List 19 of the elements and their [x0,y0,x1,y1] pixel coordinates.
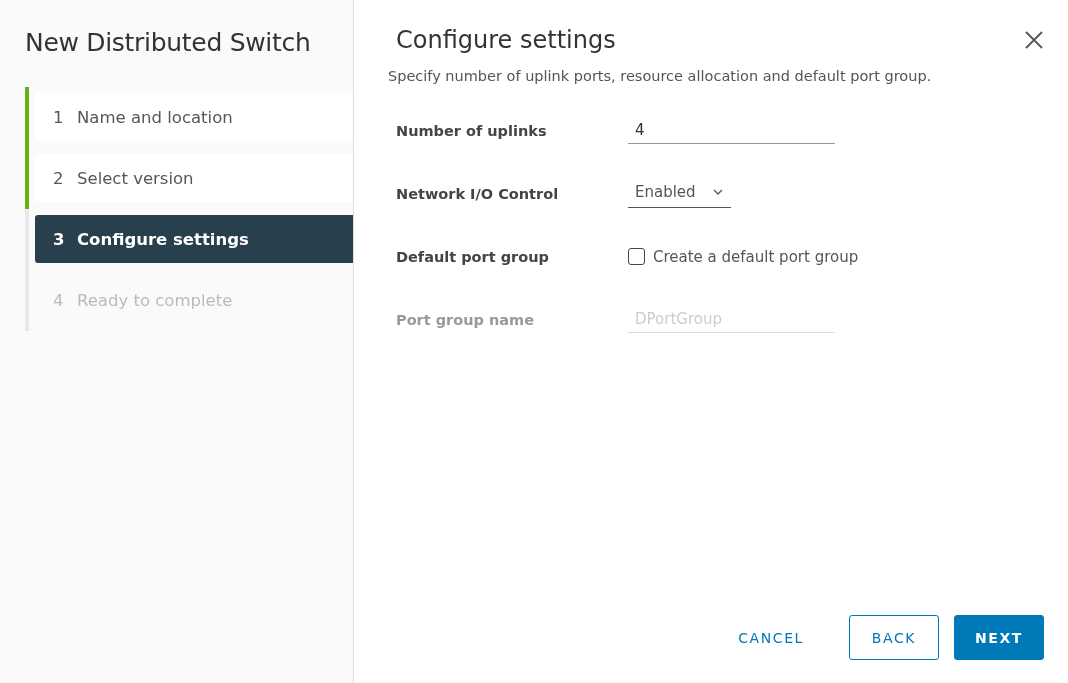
cancel-button[interactable]: CANCEL [718,615,824,660]
wizard-title: New Distributed Switch [25,28,312,57]
wizard-step[interactable]: 1 Name and location [35,93,353,141]
next-button[interactable]: NEXT [954,615,1044,660]
back-button[interactable]: BACK [849,615,939,660]
field-label: Network I/O Control [396,185,560,202]
dropdown[interactable]: Enabled [628,179,731,208]
field-label: Port group name [396,311,535,328]
field-label: Default port group [396,248,550,265]
wizard-step[interactable]: 2 Select version [35,154,353,202]
close-icon[interactable] [1024,30,1044,50]
wizard-step[interactable]: 3 Configure settings [35,215,353,263]
caret-icon [713,189,723,195]
page-title: Configure settings [396,26,616,54]
checkbox-label[interactable]: Create a default port group [653,247,859,266]
checkbox[interactable] [628,248,645,265]
page-subtitle: Specify number of uplink ports, resource allocation and default port group. [388,68,933,84]
input-field[interactable]: 4 [628,117,835,144]
field-label: Number of uplinks [396,122,548,139]
